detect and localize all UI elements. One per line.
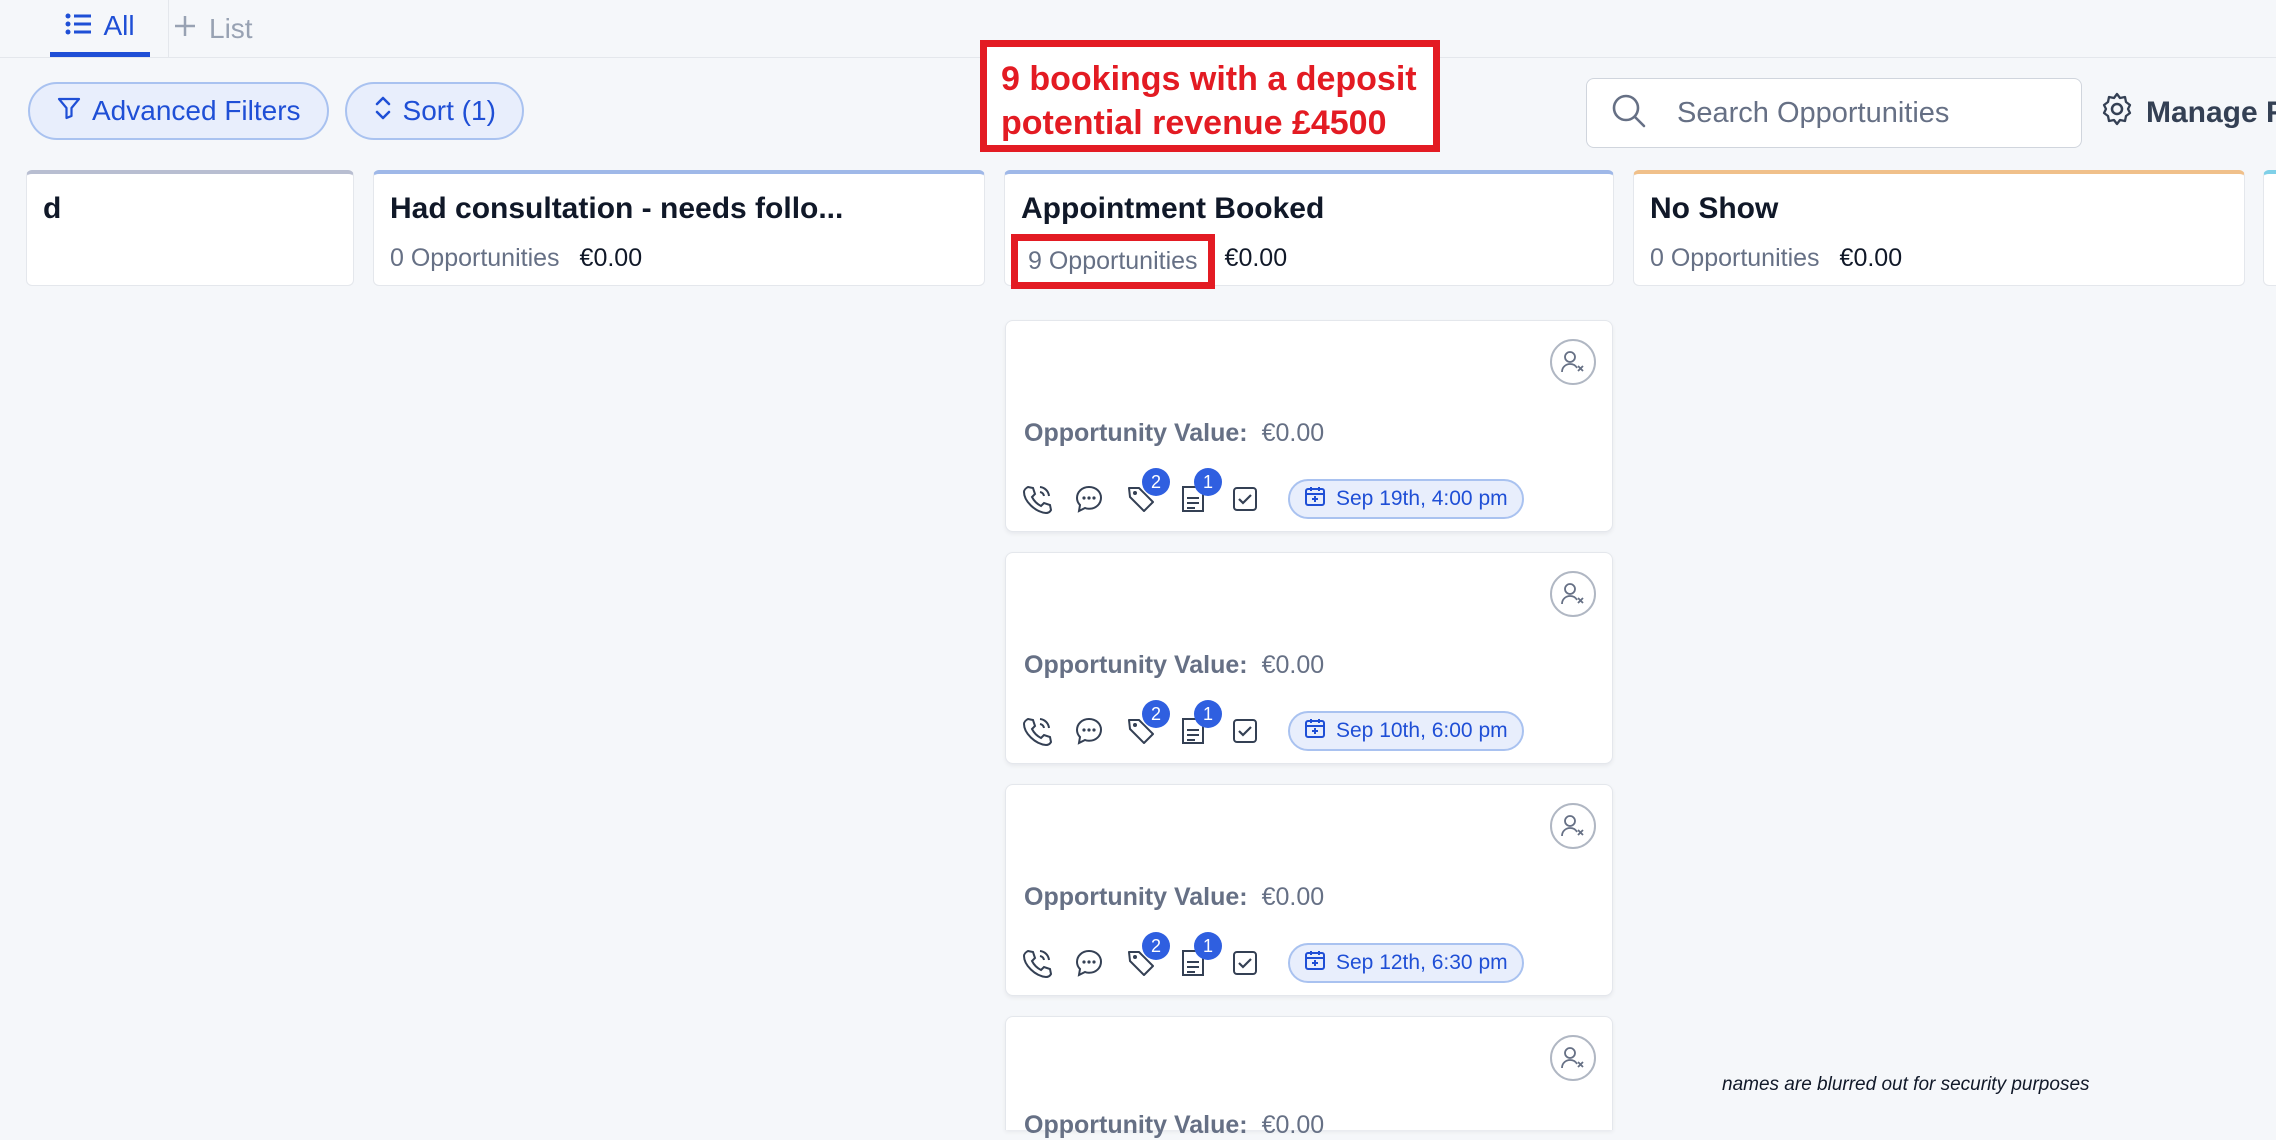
- sort-button[interactable]: Sort (1): [344, 82, 524, 140]
- sort-label: Sort (1): [402, 95, 496, 126]
- phone-icon[interactable]: [1020, 482, 1054, 516]
- appointment-date-chip[interactable]: Sep 12th, 6:30 pm: [1288, 943, 1524, 983]
- notes-icon[interactable]: 1: [1176, 468, 1222, 516]
- manage-fields-label: Manage F: [2146, 96, 2276, 129]
- phone-icon[interactable]: [1020, 946, 1054, 980]
- toolbar: Advanced Filters Sort (1): [28, 82, 524, 140]
- opportunity-value: Opportunity Value: €0.00: [1024, 651, 1324, 680]
- notes-icon[interactable]: 1: [1176, 700, 1222, 748]
- gear-icon: [2100, 92, 2134, 134]
- tags-count-badge: 2: [1142, 468, 1170, 496]
- opportunity-value: Opportunity Value: €0.00: [1024, 883, 1324, 912]
- opportunity-card[interactable]: Opportunity Value: €0.00 2 1 Sep 10th, 6:…: [1005, 552, 1613, 764]
- search-input[interactable]: [1675, 95, 2059, 131]
- checkbox-icon[interactable]: [1228, 946, 1262, 980]
- opportunity-value-label: Opportunity Value:: [1024, 883, 1248, 911]
- opportunity-value-amount: €0.00: [1261, 1111, 1325, 1139]
- opportunity-value-amount: €0.00: [1261, 651, 1325, 679]
- annotation-line-1: 9 bookings with a deposit: [1001, 60, 1417, 98]
- opportunity-card[interactable]: Opportunity Value: €0.00 2 1 Sep 19th, 4:…: [1005, 320, 1613, 532]
- annotation-line-2: potential revenue £4500: [1001, 104, 1387, 142]
- stage-title: Appointment Booked: [1021, 192, 1325, 225]
- opportunity-value: Opportunity Value: €0.00: [1024, 419, 1324, 448]
- appointment-date-chip[interactable]: Sep 10th, 6:00 pm: [1288, 711, 1524, 751]
- opportunity-value-label: Opportunity Value:: [1024, 419, 1248, 447]
- stage-amount: €0.00: [1224, 244, 1288, 272]
- appointment-date: Sep 19th, 4:00 pm: [1336, 487, 1508, 510]
- advanced-filters-label: Advanced Filters: [92, 95, 301, 126]
- user-unassigned-icon[interactable]: [1550, 1035, 1596, 1081]
- notes-count-badge: 1: [1194, 468, 1222, 496]
- stage-column-header: [2263, 170, 2276, 286]
- calendar-icon: [1304, 717, 1326, 745]
- stage-opportunity-count: 0 Opportunities: [1650, 244, 1820, 272]
- appointment-date-chip[interactable]: Sep 19th, 4:00 pm: [1288, 479, 1524, 519]
- opportunity-value-amount: €0.00: [1261, 419, 1325, 447]
- manage-fields-button[interactable]: Manage F: [2100, 92, 2276, 134]
- annotation-callout: 9 bookings with a deposit potential reve…: [980, 40, 1440, 152]
- opportunity-value-label: Opportunity Value:: [1024, 651, 1248, 679]
- tags-count-badge: 2: [1142, 700, 1170, 728]
- stage-opportunity-count: 0 Opportunities: [390, 244, 560, 272]
- list-icon: [65, 10, 92, 42]
- calendar-icon: [1304, 485, 1326, 513]
- filter-icon: [56, 95, 82, 128]
- message-icon[interactable]: [1072, 714, 1106, 748]
- opportunity-value-amount: €0.00: [1261, 883, 1325, 911]
- tab-all[interactable]: All: [50, 0, 150, 57]
- tab-add-list[interactable]: List: [168, 0, 253, 57]
- tag-icon[interactable]: 2: [1124, 932, 1170, 980]
- footnote: names are blurred out for security purpo…: [1722, 1074, 2090, 1095]
- notes-icon[interactable]: 1: [1176, 932, 1222, 980]
- stage-column-header: Appointment Booked 9 Opportunities €0.00: [1004, 170, 1614, 289]
- message-icon[interactable]: [1072, 482, 1106, 516]
- stage-amount: €0.00: [1839, 244, 1903, 272]
- tag-icon[interactable]: 2: [1124, 468, 1170, 516]
- opportunity-card[interactable]: Opportunity Value: €0.00: [1005, 1016, 1613, 1139]
- tab-all-label: All: [103, 10, 135, 41]
- notes-count-badge: 1: [1194, 932, 1222, 960]
- tags-count-badge: 2: [1142, 932, 1170, 960]
- notes-count-badge: 1: [1194, 700, 1222, 728]
- message-icon[interactable]: [1072, 946, 1106, 980]
- opportunity-value: Opportunity Value: €0.00: [1024, 1111, 1324, 1140]
- stage-opportunity-count: 9 Opportunities: [1011, 234, 1215, 289]
- stage-column-header: Had consultation - needs follo... 0 Oppo…: [373, 170, 985, 286]
- stage-title: d: [43, 192, 62, 225]
- appointment-date: Sep 12th, 6:30 pm: [1336, 951, 1508, 974]
- stage-column-header: No Show 0 Opportunities €0.00: [1633, 170, 2245, 286]
- phone-icon[interactable]: [1020, 714, 1054, 748]
- user-unassigned-icon[interactable]: [1550, 571, 1596, 617]
- search-icon: [1611, 93, 1647, 134]
- opportunity-card[interactable]: Opportunity Value: €0.00 2 1 Sep 12th, 6:…: [1005, 784, 1613, 996]
- calendar-icon: [1304, 949, 1326, 977]
- card-actions: 2 1 Sep 12th, 6:30 pm: [1020, 932, 1524, 983]
- opportunity-value-label: Opportunity Value:: [1024, 1111, 1248, 1139]
- user-unassigned-icon[interactable]: [1550, 339, 1596, 385]
- search-box: [1586, 78, 2082, 148]
- plus-icon: [173, 13, 197, 45]
- stage-column-header: d: [26, 170, 354, 286]
- stage-title: No Show: [1650, 192, 1779, 225]
- appointment-date: Sep 10th, 6:00 pm: [1336, 719, 1508, 742]
- card-actions: 2 1 Sep 19th, 4:00 pm: [1020, 468, 1524, 519]
- tag-icon[interactable]: 2: [1124, 700, 1170, 748]
- stage-amount: €0.00: [579, 244, 643, 272]
- card-actions: 2 1 Sep 10th, 6:00 pm: [1020, 700, 1524, 751]
- checkbox-icon[interactable]: [1228, 482, 1262, 516]
- sort-icon: [373, 95, 393, 128]
- checkbox-icon[interactable]: [1228, 714, 1262, 748]
- user-unassigned-icon[interactable]: [1550, 803, 1596, 849]
- tab-list-label: List: [209, 12, 253, 44]
- advanced-filters-button[interactable]: Advanced Filters: [28, 82, 329, 140]
- stage-title: Had consultation - needs follo...: [390, 192, 844, 225]
